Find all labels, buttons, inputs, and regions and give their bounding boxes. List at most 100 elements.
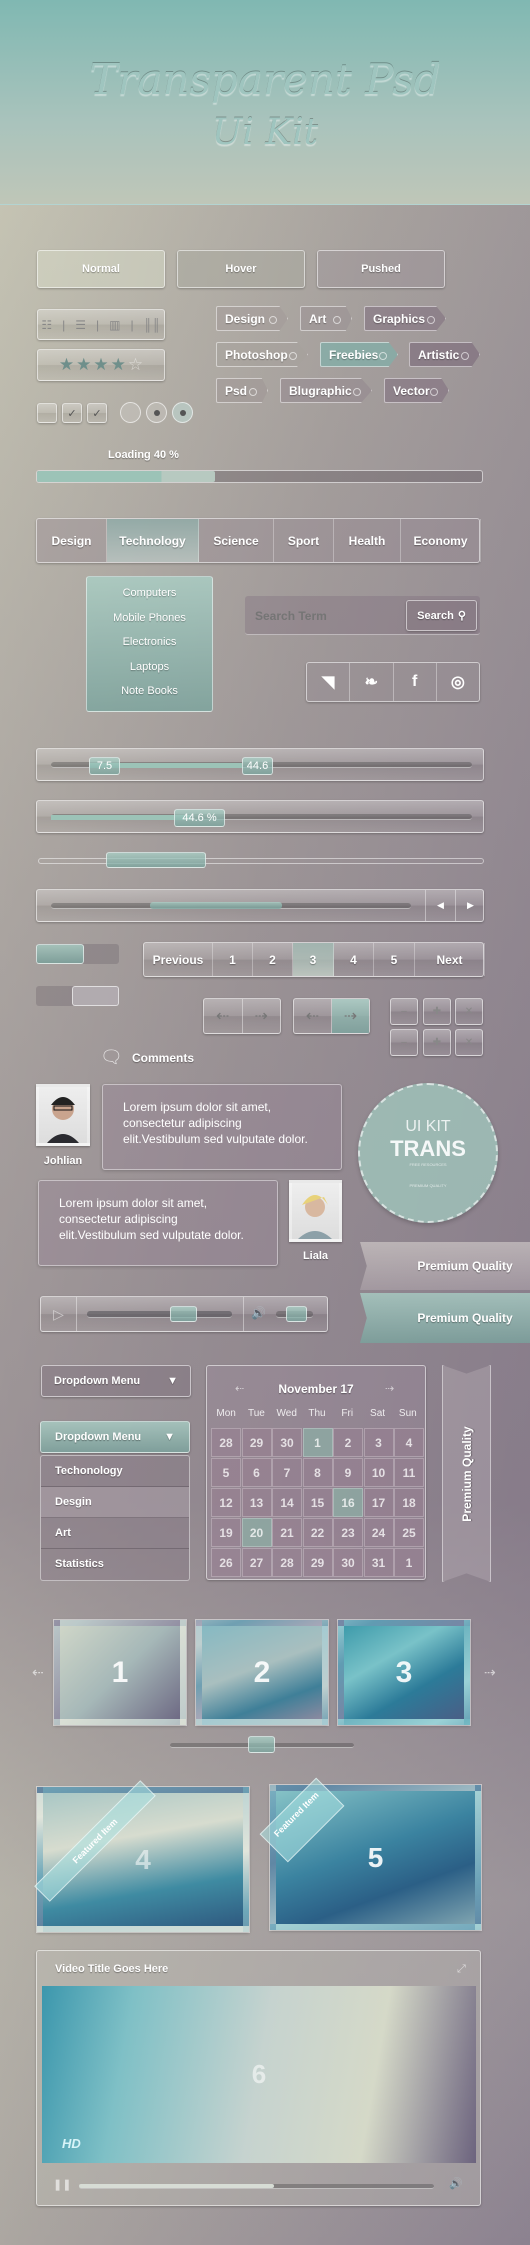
pagination-page[interactable]: 4 xyxy=(334,943,374,976)
calendar-day[interactable]: 28 xyxy=(272,1548,302,1577)
pagination-previous[interactable]: Previous xyxy=(144,943,213,976)
calendar-day[interactable]: 20 xyxy=(241,1518,272,1547)
calendar-day[interactable]: 17 xyxy=(363,1488,394,1517)
checkbox[interactable] xyxy=(37,403,57,423)
calendar-day[interactable]: 31 xyxy=(363,1548,394,1577)
calendar-day[interactable]: 8 xyxy=(302,1458,333,1487)
normal-button[interactable]: Normal xyxy=(37,250,165,288)
barcode-view-icon[interactable]: ║║ xyxy=(144,318,161,332)
submenu-item[interactable]: Note Books xyxy=(87,685,212,710)
calendar-day[interactable]: 4 xyxy=(394,1428,424,1457)
toggle-switch-on[interactable] xyxy=(36,944,119,964)
nav-tab-technology[interactable]: Technology xyxy=(107,519,199,562)
tag[interactable]: Graphics xyxy=(364,306,446,331)
gallery-slider-handle[interactable] xyxy=(248,1736,275,1753)
calendar-day[interactable]: 2 xyxy=(333,1428,363,1457)
video-progress[interactable] xyxy=(79,2184,434,2189)
star-icon[interactable]: ★ xyxy=(93,355,108,375)
calendar-day[interactable]: 15 xyxy=(302,1488,333,1517)
tag[interactable]: Vector xyxy=(384,378,449,403)
scrollbar-thumb[interactable] xyxy=(150,902,282,909)
dropdown-item[interactable]: Statistics xyxy=(41,1549,189,1580)
pagination-page[interactable]: 3 xyxy=(293,943,334,976)
calendar-day[interactable]: 23 xyxy=(333,1518,363,1547)
pause-button[interactable]: ❚❚ xyxy=(53,2178,71,2191)
pagination-page[interactable]: 2 xyxy=(253,943,293,976)
calendar-day[interactable]: 16 xyxy=(333,1488,363,1517)
list-view-icon[interactable]: ☰ xyxy=(75,318,86,332)
search-input[interactable] xyxy=(255,606,400,626)
calendar-day[interactable]: 1 xyxy=(302,1428,333,1457)
calendar-day[interactable]: 30 xyxy=(272,1428,302,1457)
tag[interactable]: Design xyxy=(216,306,288,331)
calendar-day[interactable]: 26 xyxy=(211,1548,241,1577)
dribbble-button[interactable]: ◎ xyxy=(437,663,479,701)
maximize-button[interactable]: ✚ xyxy=(423,998,451,1025)
horizontal-scrollbar[interactable] xyxy=(38,852,484,868)
fullscreen-icon[interactable]: ⤢ xyxy=(457,1963,466,1976)
prev-arrow-button[interactable]: ⇠ xyxy=(294,999,332,1033)
nav-tab-design[interactable]: Design xyxy=(37,519,107,562)
checkbox[interactable]: ✓ xyxy=(87,403,107,423)
volume-icon[interactable]: 🔊 xyxy=(449,2177,463,2190)
calendar-day[interactable]: 25 xyxy=(394,1518,424,1547)
calendar-day[interactable]: 7 xyxy=(272,1458,302,1487)
gallery-thumbnail[interactable]: 3 xyxy=(337,1619,471,1726)
calendar-day[interactable]: 12 xyxy=(211,1488,241,1517)
audio-seek-handle[interactable] xyxy=(170,1306,197,1322)
radio-button[interactable] xyxy=(120,402,141,423)
star-icon[interactable]: ★ xyxy=(59,355,74,375)
grid-view-icon[interactable]: ☷ xyxy=(41,318,52,332)
star-icon[interactable]: ☆ xyxy=(128,355,143,375)
next-arrow-button[interactable]: ⇢ xyxy=(332,999,369,1033)
checkbox[interactable]: ✓ xyxy=(62,403,82,423)
pagination-next[interactable]: Next xyxy=(415,943,485,976)
calendar-day[interactable]: 14 xyxy=(272,1488,302,1517)
calendar-day[interactable]: 19 xyxy=(211,1518,241,1547)
star-icon[interactable]: ★ xyxy=(111,355,126,375)
video-screen[interactable]: 6 HD xyxy=(42,1986,476,2163)
calendar-day[interactable]: 29 xyxy=(241,1428,272,1457)
calendar-day[interactable]: 1 xyxy=(394,1548,424,1577)
gallery-thumbnail[interactable]: 2 xyxy=(195,1619,329,1726)
search-button[interactable]: Search ⚲ xyxy=(406,600,477,631)
pushed-button[interactable]: Pushed xyxy=(317,250,445,288)
tag[interactable]: Artistic xyxy=(409,342,480,367)
calendar-day[interactable]: 29 xyxy=(302,1548,333,1577)
dropdown-menu-open[interactable]: Dropdown Menu ▼ xyxy=(40,1421,190,1453)
tag[interactable]: Art xyxy=(300,306,352,331)
toggle-switch-off[interactable] xyxy=(36,986,119,1006)
nav-tab-economy[interactable]: Economy xyxy=(401,519,481,562)
minimize-button[interactable]: – xyxy=(390,998,418,1025)
calendar-day[interactable]: 13 xyxy=(241,1488,272,1517)
dropdown-item[interactable]: Art xyxy=(41,1518,189,1549)
calendar-day[interactable]: 22 xyxy=(302,1518,333,1547)
close-button[interactable]: ✕ xyxy=(455,998,483,1025)
minimize-button[interactable]: – xyxy=(390,1029,418,1056)
tag[interactable]: Photoshop xyxy=(216,342,308,367)
volume-handle[interactable] xyxy=(286,1306,307,1322)
twitter-button[interactable]: ❧ xyxy=(350,663,394,701)
dropdown-menu[interactable]: Dropdown Menu ▼ xyxy=(41,1365,191,1397)
calendar-day[interactable]: 11 xyxy=(394,1458,424,1487)
nav-tab-science[interactable]: Science xyxy=(199,519,274,562)
calendar-day[interactable]: 10 xyxy=(363,1458,394,1487)
calendar-day[interactable]: 3 xyxy=(363,1428,394,1457)
submenu-item[interactable]: Mobile Phones xyxy=(87,612,212,637)
gallery-next-button[interactable]: ⇢ xyxy=(484,1664,496,1681)
calendar-day[interactable]: 28 xyxy=(211,1428,241,1457)
range-low-handle[interactable]: 7.5 xyxy=(89,757,120,775)
calendar-next-button[interactable]: ⇢ xyxy=(385,1382,394,1395)
tag[interactable]: Psd xyxy=(216,378,268,403)
star-rating[interactable]: ★ ★ ★ ★ ☆ xyxy=(37,349,165,381)
hover-button[interactable]: Hover xyxy=(177,250,305,288)
star-icon[interactable]: ★ xyxy=(76,355,91,375)
rss-button[interactable]: ◥ xyxy=(307,663,351,701)
calendar-day[interactable]: 24 xyxy=(363,1518,394,1547)
nav-tab-sport[interactable]: Sport xyxy=(274,519,334,562)
play-button[interactable]: ▷ xyxy=(41,1297,77,1331)
calendar-day[interactable]: 5 xyxy=(211,1458,241,1487)
calendar-day[interactable]: 18 xyxy=(394,1488,424,1517)
submenu-item[interactable]: Electronics xyxy=(87,636,212,661)
pagination-page[interactable]: 1 xyxy=(213,943,253,976)
